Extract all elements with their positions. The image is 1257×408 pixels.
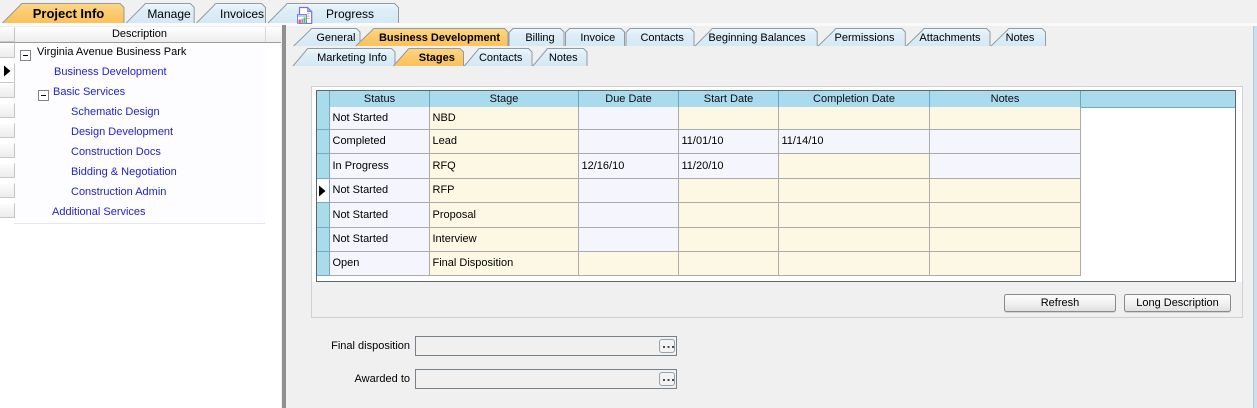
svg-text:Invoice: Invoice: [580, 32, 615, 44]
svg-text:Attachments: Attachments: [919, 32, 981, 44]
svg-text:Progress: Progress: [326, 7, 374, 21]
svg-text:Notes: Notes: [549, 52, 578, 64]
svg-text:Marketing Info: Marketing Info: [317, 52, 387, 64]
svg-text:Permissions: Permissions: [835, 32, 895, 44]
svg-text:Beginning Balances: Beginning Balances: [708, 32, 806, 44]
svg-text:Billing: Billing: [525, 32, 554, 44]
svg-text:Manage: Manage: [147, 7, 191, 21]
svg-text:Contacts: Contacts: [479, 52, 523, 64]
svg-text:Contacts: Contacts: [640, 32, 684, 44]
svg-text:Stages: Stages: [419, 52, 455, 64]
svg-text:Project Info: Project Info: [33, 6, 105, 21]
svg-text:Invoices: Invoices: [220, 7, 264, 21]
svg-text:General: General: [316, 32, 355, 44]
svg-text:Notes: Notes: [1006, 32, 1035, 44]
svg-text:Business Development: Business Development: [379, 32, 500, 44]
